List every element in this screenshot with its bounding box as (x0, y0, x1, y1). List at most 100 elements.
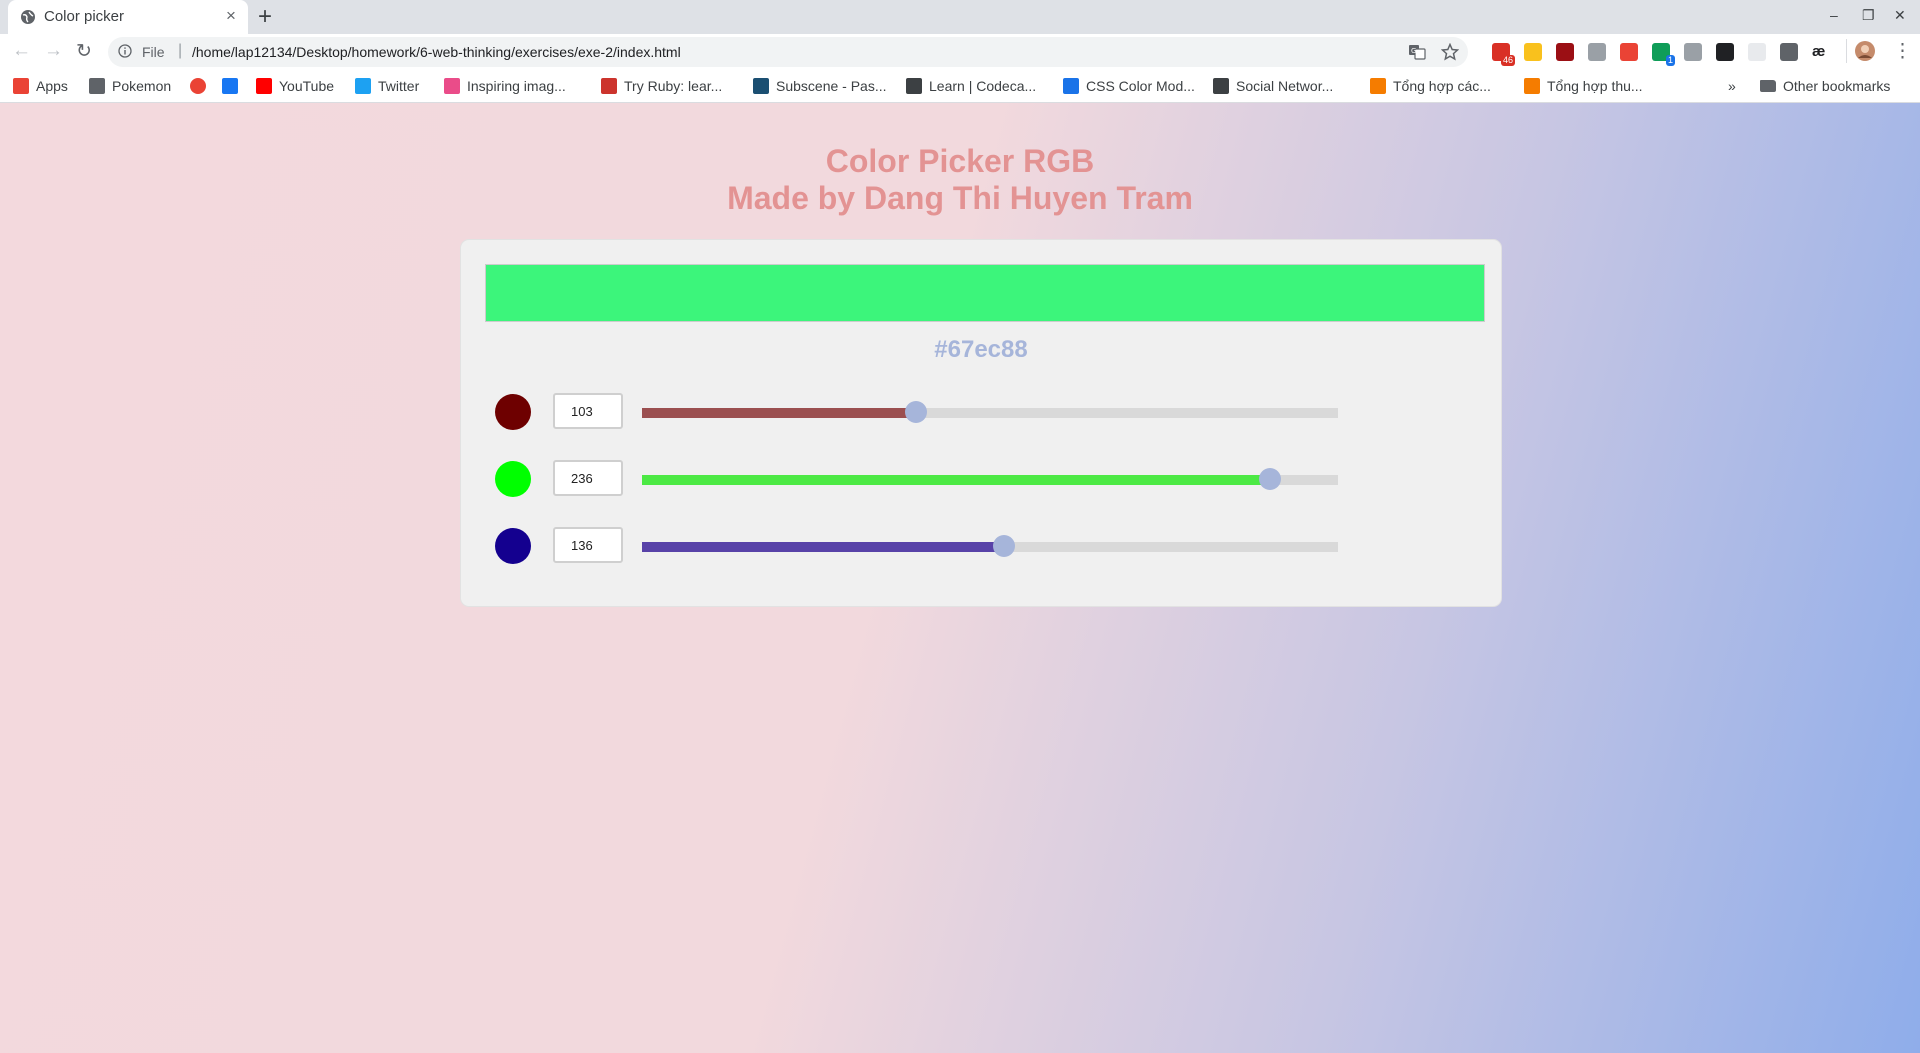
color-preview (485, 264, 1485, 322)
ae-extension-icon[interactable]: æ (1812, 43, 1830, 61)
bookmark-item[interactable]: Social Networ... (1213, 75, 1333, 97)
extension-badge: 46 (1500, 55, 1515, 66)
red-slider-fill (642, 408, 917, 418)
ruby-icon (601, 78, 617, 94)
page-heading: Color Picker RGB Made by Dang Thi Huyen … (0, 143, 1920, 217)
bookmark-item[interactable]: CSS Color Mod... (1063, 75, 1195, 97)
green-swatch (495, 461, 531, 497)
back-icon[interactable]: ← (12, 40, 31, 62)
ublock-icon[interactable] (1556, 43, 1574, 61)
menu-icon[interactable]: ⋮ (1893, 40, 1912, 63)
codecademy-icon (906, 78, 922, 94)
green-value-input[interactable] (553, 460, 623, 496)
more-bookmarks-icon[interactable]: » (1728, 75, 1736, 97)
bookmark-label: Twitter (378, 78, 420, 94)
close-tab-icon[interactable]: × (226, 6, 236, 26)
bookmark-label: Learn | Codeca... (929, 78, 1037, 94)
codecademy-icon (1213, 78, 1229, 94)
red-value-input[interactable] (553, 393, 623, 429)
folder-icon (89, 78, 105, 94)
color-picker-card: #67ec88 (460, 239, 1502, 607)
camera-icon[interactable] (1684, 43, 1702, 61)
facebook-icon (222, 78, 238, 94)
close-window-icon[interactable]: ✕ (1894, 7, 1906, 24)
folder-icon (1760, 80, 1776, 92)
other-bookmarks[interactable]: Other bookmarks (1760, 75, 1890, 97)
bookmark-label: Inspiring imag... (467, 78, 566, 94)
blue-slider-fill (642, 542, 1004, 552)
bookmarks-bar: » Other bookmarks Apps Pokemon YouTube Twit… (0, 70, 1920, 103)
profile-avatar[interactable] (1855, 41, 1875, 61)
author-subtitle: Made by Dang Thi Huyen Tram (727, 180, 1193, 216)
reload-icon[interactable]: ↻ (76, 40, 92, 63)
bookmark-label: Tổng hợp các... (1393, 78, 1491, 94)
red-slider[interactable] (642, 401, 1338, 423)
bookmark-item[interactable]: Apps (13, 75, 68, 97)
j-icon (1524, 78, 1540, 94)
swirl-extension-icon[interactable] (1716, 43, 1734, 61)
twitter-icon (355, 78, 371, 94)
translate-icon[interactable]: G (1408, 43, 1426, 61)
bookmark-label: YouTube (279, 78, 335, 94)
green-slider-fill (642, 475, 1271, 485)
page-title: Color Picker RGB (825, 143, 1095, 179)
minimize-icon[interactable]: – (1830, 7, 1838, 23)
toolbar-divider (1846, 39, 1847, 63)
bookmark-label: Apps (36, 78, 68, 94)
hex-value: #67ec88 (934, 336, 1028, 363)
bookmark-item[interactable]: YouTube (256, 75, 334, 97)
extension-badge: 1 (1665, 55, 1675, 66)
bookmark-item[interactable]: Tổng hợp các... (1370, 75, 1491, 97)
bookmark-item[interactable]: Inspiring imag... (444, 75, 566, 97)
link-extension-icon[interactable] (1620, 43, 1638, 61)
url-separator: | (178, 42, 183, 59)
restore-icon[interactable]: ❐ (1862, 7, 1875, 24)
circle-extension-icon[interactable] (1588, 43, 1606, 61)
subscene-icon (753, 78, 769, 94)
new-tab-button[interactable]: + (258, 3, 272, 31)
blank-extension-icon[interactable] (1748, 43, 1766, 61)
info-icon[interactable] (118, 44, 132, 58)
blue-channel-row (461, 524, 1501, 568)
blue-slider[interactable] (642, 535, 1338, 557)
w3schools-icon (1063, 78, 1079, 94)
green-extension-icon[interactable]: 1 (1652, 43, 1675, 66)
bookmark-label: CSS Color Mod... (1086, 78, 1195, 94)
bookmark-item[interactable]: Tổng hợp thu... (1524, 75, 1643, 97)
star-icon[interactable] (1441, 43, 1459, 61)
j-icon (1370, 78, 1386, 94)
url-scheme: File (142, 44, 165, 60)
bookmark-item[interactable]: Pokemon (89, 75, 171, 97)
note-icon[interactable] (1524, 43, 1542, 61)
bookmark-item[interactable]: Subscene - Pas... (753, 75, 887, 97)
red-slider-thumb[interactable] (905, 401, 928, 423)
red-channel-row (461, 390, 1501, 434)
blue-swatch (495, 528, 531, 564)
svg-text:G: G (1411, 47, 1416, 55)
red-swatch (495, 394, 531, 430)
green-slider-thumb[interactable] (1259, 468, 1282, 490)
green-channel-row (461, 457, 1501, 501)
browser-toolbar: ← → ↻ File | /home/lap12134/Desktop/home… (0, 34, 1920, 70)
other-bookmarks-label: Other bookmarks (1783, 78, 1891, 94)
bookmark-item[interactable]: Twitter (355, 75, 419, 97)
facebook-icon[interactable] (1780, 43, 1798, 61)
address-bar[interactable]: File | /home/lap12134/Desktop/homework/6… (108, 37, 1468, 67)
forward-icon[interactable]: → (44, 40, 63, 62)
url-text[interactable]: /home/lap12134/Desktop/homework/6-web-th… (192, 44, 681, 60)
tab-color-picker[interactable]: Color picker × (8, 0, 248, 34)
green-slider[interactable] (642, 468, 1338, 490)
bookmark-item[interactable] (222, 75, 245, 97)
blue-slider-thumb[interactable] (992, 535, 1015, 557)
apps-grid-icon (13, 78, 29, 94)
colorful-circle-icon (190, 78, 206, 94)
page-background: Color Picker RGB Made by Dang Thi Huyen … (0, 103, 1920, 1053)
bookmark-item[interactable] (190, 75, 213, 97)
gmail-icon[interactable]: 46 (1492, 43, 1515, 66)
blue-value-input[interactable] (553, 527, 623, 563)
tab-strip: Color picker × + – ❐ ✕ (0, 0, 1920, 34)
bookmark-item[interactable]: Try Ruby: lear... (601, 75, 722, 97)
youtube-icon (256, 78, 272, 94)
bookmark-item[interactable]: Learn | Codeca... (906, 75, 1036, 97)
globe-icon (21, 10, 35, 24)
